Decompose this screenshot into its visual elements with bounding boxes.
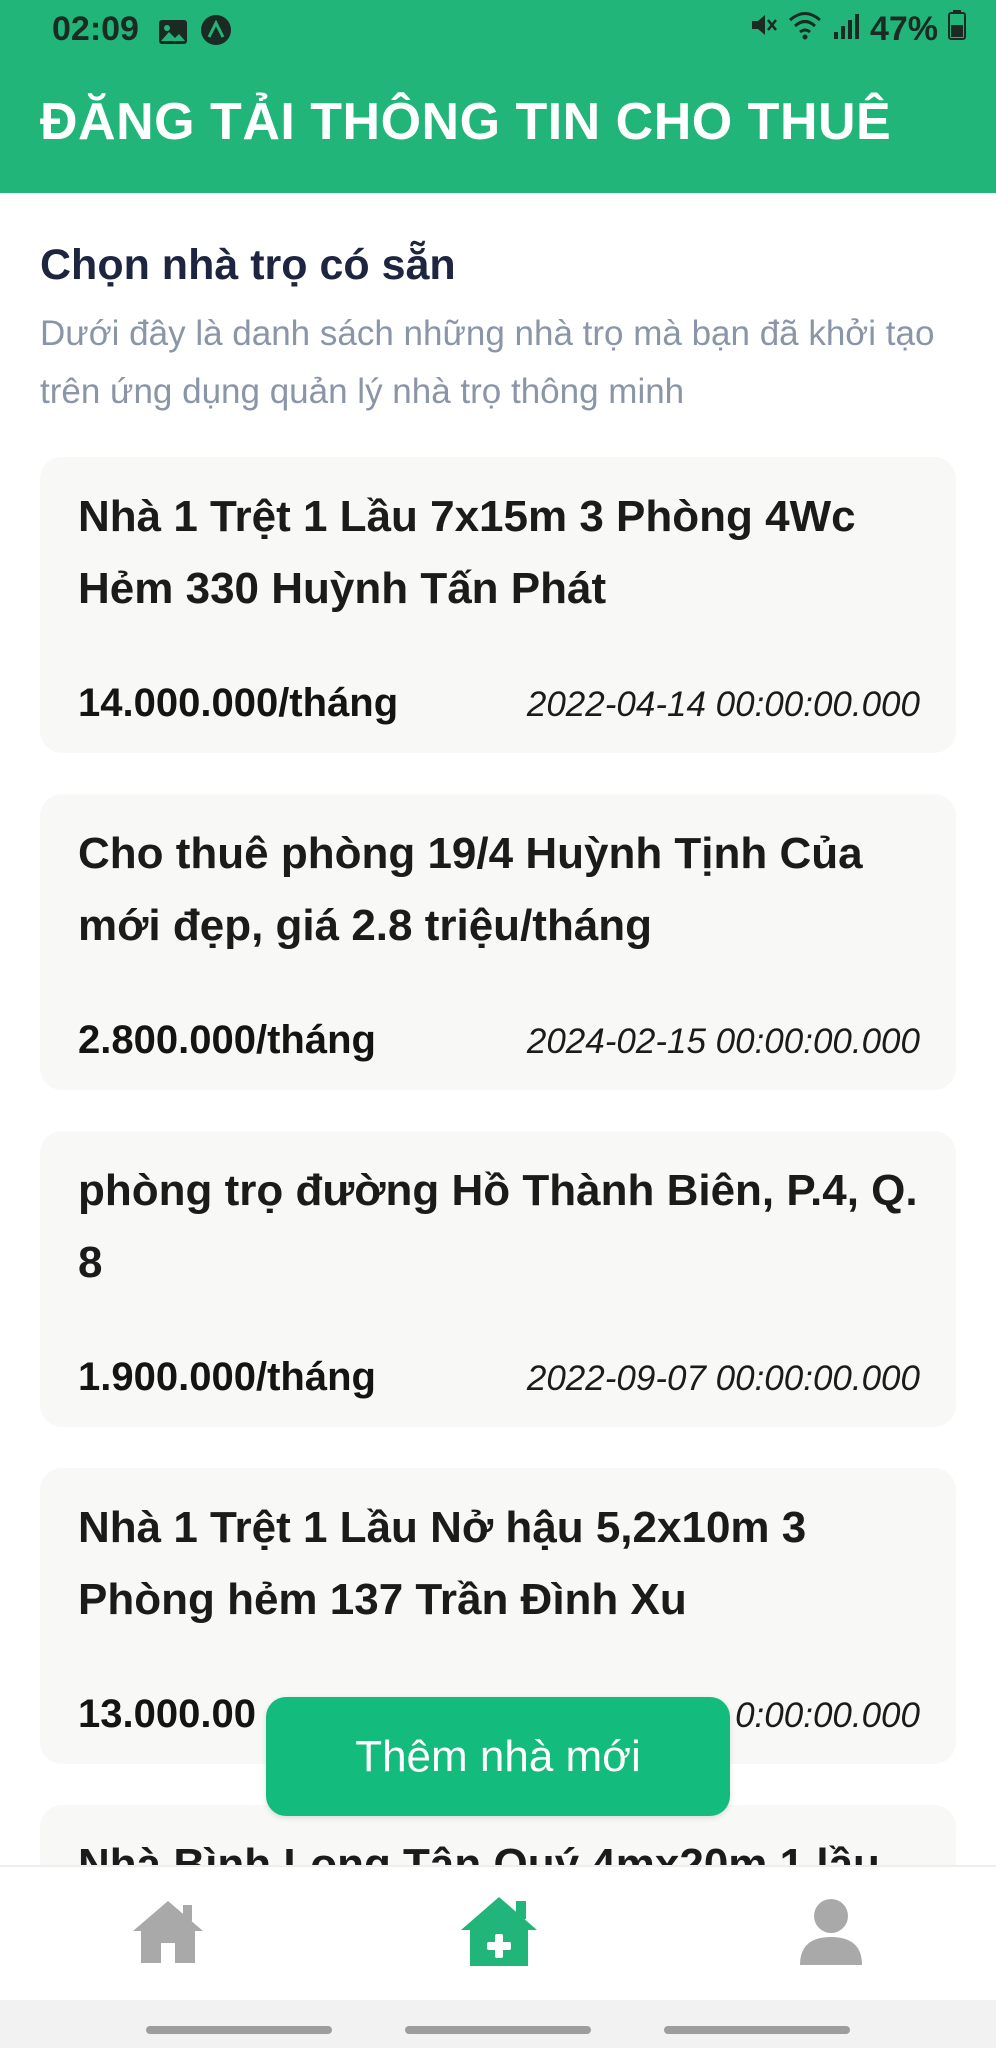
listing-title: Nhà 1 Trệt 1 Lầu 7x15m 3 Phòng 4Wc Hẻm 3… [78,492,856,613]
section-description: Dưới đây là danh sách những nhà trọ mà b… [40,314,935,411]
listing-card[interactable]: Nhà 1 Trệt 1 Lầu 7x15m 3 Phòng 4Wc Hẻm 3… [40,457,956,753]
listing-date: 2022-04-14 00:00:00.000 [526,685,920,724]
add-home-icon [459,1894,539,1975]
listing-card[interactable]: phòng trọ đường Hồ Thành Biên, P.4, Q. 8… [40,1131,956,1427]
status-bar: 02:09 47% [0,0,996,62]
listing-title: phòng trọ đường Hồ Thành Biên, P.4, Q. 8 [78,1166,918,1287]
listing-title: Nhà Bình Long Tân Quý 4mx20m 1 lầu [78,1840,880,1865]
battery-percent: 47% [869,10,938,48]
battery-icon [948,10,966,49]
listing-card[interactable]: Cho thuê phòng 19/4 Huỳnh Tịnh Của mới đ… [40,794,956,1090]
listing-content[interactable]: Chọn nhà trọ có sẵn Dưới đây là danh sác… [0,193,996,1865]
gesture-pill [664,2026,850,2034]
listing-title: Nhà 1 Trệt 1 Lầu Nở hậu 5,2x10m 3 Phòng … [78,1503,807,1624]
add-new-house-button[interactable]: Thêm nhà mới [266,1697,730,1816]
listing-title: Cho thuê phòng 19/4 Huỳnh Tịnh Của mới đ… [78,829,863,950]
nav-home[interactable] [113,1889,223,1979]
gesture-pill [146,2026,332,2034]
listing-price: 2.800.000/tháng [78,1018,376,1062]
signal-icon [832,10,860,49]
home-icon [131,1897,205,1972]
nav-add-house[interactable] [444,1889,554,1979]
user-icon [798,1897,864,1972]
bottom-navigation [0,1865,996,2002]
nav-profile[interactable] [776,1889,886,1979]
gesture-pill [405,2026,591,2034]
app-header: 02:09 47% ĐĂNG TẢI THÔNG TIN CHO THUÊ [0,0,996,193]
app-notification-icon [200,14,232,55]
listing-date: 2024-02-15 00:00:00.000 [526,1022,920,1061]
mute-icon [748,10,778,49]
page-title: ĐĂNG TẢI THÔNG TIN CHO THUÊ [40,93,892,151]
listing-price: 1.900.000/tháng [78,1355,376,1399]
listing-price: 14.000.000/tháng [78,681,399,725]
wifi-icon [788,10,822,49]
image-icon [158,15,188,54]
listing-date: 0:00:00.000 [735,1696,920,1735]
section-title: Chọn nhà trọ có sẵn [40,241,456,289]
listing-price: 13.000.00 [78,1692,256,1736]
system-gesture-bar [0,2000,996,2048]
status-time: 02:09 [52,10,139,48]
listing-date: 2022-09-07 00:00:00.000 [526,1359,920,1398]
